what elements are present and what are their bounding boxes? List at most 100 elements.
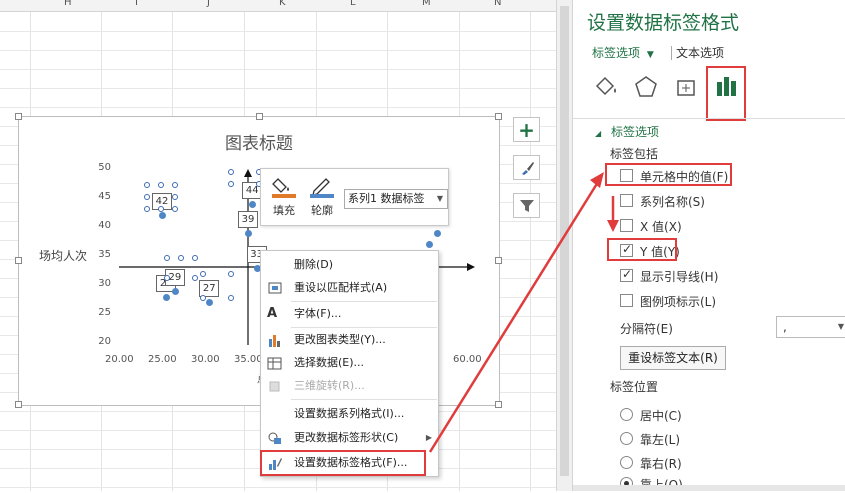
data-point[interactable]: [425, 241, 433, 249]
menu-item-select-data[interactable]: 选择数据(E)...: [261, 352, 438, 374]
context-menu: 删除(D) 重设以匹配样式(A) A 字体(F)... 更改图表类型(Y)...…: [260, 250, 439, 477]
checkbox-legend-key[interactable]: [620, 294, 633, 307]
outline-button[interactable]: 轮廓: [305, 175, 339, 218]
radio-label: 靠左(L): [640, 433, 681, 447]
highlight-box: [260, 450, 426, 476]
vertical-scrollbar[interactable]: [556, 0, 572, 491]
plus-icon: +: [518, 117, 535, 142]
highlight-box: [607, 238, 677, 261]
scroll-thumb[interactable]: [560, 6, 569, 476]
column-h[interactable]: H: [64, 0, 72, 8]
size-properties-icon[interactable]: [671, 72, 701, 102]
menu-item-reset-style[interactable]: 重设以匹配样式(A): [261, 277, 438, 299]
chevron-down-icon: ▼: [837, 322, 844, 331]
column-j[interactable]: J: [207, 0, 210, 8]
label-selection[interactable]: [200, 271, 234, 301]
reset-style-icon: [268, 282, 282, 294]
menu-item-font[interactable]: A 字体(F)...: [261, 303, 438, 325]
spreadsheet-area[interactable]: H I J K L M N 图表标题 场均人次 50 45 40 35 30 2…: [0, 0, 572, 491]
effects-icon[interactable]: [631, 72, 661, 102]
tab-text-options[interactable]: 文本选项: [676, 44, 724, 61]
chart-elements-button[interactable]: +: [513, 117, 540, 142]
grid-line: [0, 69, 556, 70]
menu-item-label: 三维旋转(R)...: [294, 379, 365, 392]
menu-item-label: 更改数据标签形状(C): [294, 431, 399, 444]
menu-item-label: 更改图表类型(Y)...: [294, 333, 386, 346]
fill-label: 填充: [273, 204, 295, 217]
tab-divider: [671, 46, 672, 60]
menu-item-delete[interactable]: 删除(D): [261, 254, 438, 276]
column-l[interactable]: L: [350, 0, 356, 8]
pane-scrollbar[interactable]: [573, 485, 845, 491]
select-data-icon: [267, 357, 282, 370]
menu-item-change-chart-type[interactable]: 更改图表类型(Y)...: [261, 329, 438, 351]
menu-item-label: 设置数据系列格式(I)...: [294, 407, 405, 420]
data-point[interactable]: [434, 229, 442, 237]
column-header: H I J K L M N: [0, 0, 556, 12]
label-selection[interactable]: [228, 169, 262, 196]
mini-toolbar: 填充 轮廓 系列1 数据标签 ▼: [260, 168, 449, 226]
divider: [573, 118, 845, 119]
section-label-options[interactable]: ◢ 标签选项: [595, 123, 659, 140]
menu-item-change-label-shape[interactable]: 更改数据标签形状(C) ▶: [261, 427, 438, 449]
series-select[interactable]: 系列1 数据标签 ▼: [344, 189, 448, 209]
series-select-value: 系列1 数据标签: [348, 192, 425, 205]
chart-type-icon: [269, 335, 280, 347]
menu-item-3d-rotation[interactable]: 三维旋转(R)...: [261, 375, 438, 397]
column-m[interactable]: M: [422, 0, 431, 8]
filter-icon: [519, 199, 534, 212]
submenu-arrow-icon: ▶: [425, 433, 432, 442]
menu-item-label: 选择数据(E)...: [294, 356, 365, 369]
outline-label: 轮廓: [311, 204, 333, 217]
label-selection[interactable]: [144, 182, 178, 212]
chevron-down-icon: ▼: [436, 194, 443, 203]
reset-label-text-button[interactable]: 重设标签文本(R): [620, 346, 726, 370]
x-axis-arrow: [467, 263, 475, 271]
pen-icon: [310, 178, 334, 198]
data-point[interactable]: [245, 229, 252, 237]
brush-icon: [521, 161, 534, 175]
grid-line: [0, 487, 556, 488]
grid-line: [0, 50, 556, 51]
data-point[interactable]: [171, 287, 179, 295]
menu-separator: [291, 399, 437, 400]
chevron-down-icon: ▼: [646, 50, 654, 60]
menu-item-label: 重设以匹配样式(A): [294, 281, 388, 294]
column-k[interactable]: K: [279, 0, 286, 8]
pane-title: 设置数据标签格式: [587, 12, 740, 34]
column-i[interactable]: I: [135, 0, 138, 8]
tab-label-options[interactable]: 标签选项 ▼: [592, 44, 654, 61]
separator-value: ,: [783, 320, 787, 334]
separator-select[interactable]: , ▼: [776, 316, 845, 338]
menu-item-label: 字体(F)...: [294, 307, 342, 320]
radio-center[interactable]: [620, 408, 633, 421]
label-position-heading: 标签位置: [610, 380, 659, 394]
grid-line: [0, 88, 556, 89]
grid-line: [0, 31, 556, 32]
checkbox-series-name[interactable]: [620, 194, 633, 207]
radio-right[interactable]: [620, 456, 633, 469]
checkbox-label: 显示引导线(H): [640, 270, 719, 284]
chart-filters-button[interactable]: [513, 193, 540, 218]
tab-label: 标签选项: [592, 46, 641, 60]
label-selection[interactable]: [164, 255, 198, 281]
radio-left[interactable]: [620, 432, 633, 445]
checkbox-leader-lines[interactable]: [620, 267, 633, 282]
label-options-icon[interactable]: [711, 72, 741, 102]
checkbox-label: X 值(X): [640, 220, 682, 234]
chart-styles-button[interactable]: [513, 155, 540, 180]
fill-button[interactable]: 填充: [267, 175, 301, 218]
menu-separator: [291, 327, 437, 328]
grid-line: [0, 107, 556, 108]
column-n[interactable]: N: [494, 0, 501, 8]
separator-label: 分隔符(E): [620, 322, 673, 336]
grid-line: [530, 12, 531, 491]
radio-label: 居中(C): [640, 409, 682, 423]
menu-item-format-series[interactable]: 设置数据系列格式(I)...: [261, 403, 438, 425]
data-point[interactable]: [163, 293, 171, 301]
checkbox-label: 系列名称(S): [640, 195, 705, 209]
checkbox-x-value[interactable]: [620, 219, 633, 232]
data-label[interactable]: 39: [238, 210, 258, 228]
fill-line-icon[interactable]: [591, 72, 621, 102]
checkbox-label: 图例项标示(L): [640, 295, 717, 309]
